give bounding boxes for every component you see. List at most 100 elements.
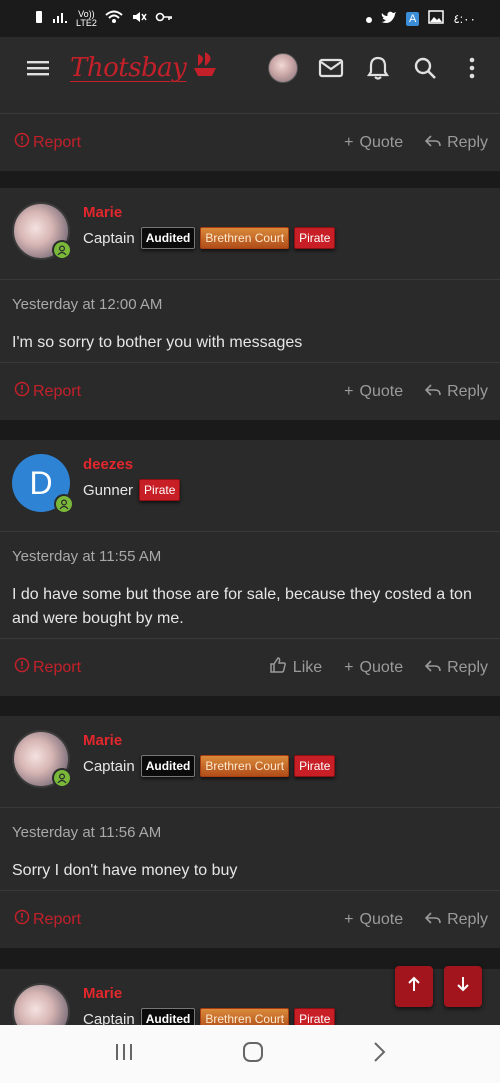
quote-label: Quote <box>359 910 404 928</box>
post-timestamp[interactable]: Yesterday at 11:55 AM <box>0 532 500 565</box>
reply-button[interactable]: Reply <box>424 658 488 677</box>
user-avatar[interactable] <box>12 202 72 260</box>
post-header: D deezes Gunner Pirate <box>0 440 500 532</box>
app-header: Thotsbay <box>0 37 500 99</box>
quote-label: Quote <box>359 382 404 400</box>
recent-apps-icon[interactable] <box>113 1042 135 1067</box>
avatar-letter: D <box>29 464 53 501</box>
app-notification-icon: A <box>405 11 420 26</box>
user-title: Captain <box>83 1010 135 1026</box>
badge-audited: Audited <box>140 755 196 777</box>
report-button[interactable]: Report <box>14 909 81 930</box>
more-options-icon[interactable] <box>458 54 486 82</box>
post-footer: Report + Quote Reply <box>0 890 500 948</box>
quote-button[interactable]: + Quote <box>344 383 403 401</box>
messages-icon[interactable] <box>317 54 345 82</box>
like-button[interactable]: Like <box>269 656 322 679</box>
reply-button[interactable]: Reply <box>424 382 488 401</box>
username-link[interactable]: Marie <box>83 985 335 1002</box>
badge-brethren-court: Brethren Court <box>200 1008 290 1025</box>
scroll-down-button[interactable] <box>444 966 482 1007</box>
account-avatar[interactable] <box>268 53 298 83</box>
reply-label: Reply <box>447 658 488 676</box>
plus-icon: + <box>344 658 354 676</box>
report-label: Report <box>33 910 82 928</box>
twitter-icon <box>381 10 397 27</box>
arrow-up-icon <box>407 976 421 997</box>
scroll-up-button[interactable] <box>395 966 433 1007</box>
post-footer: Report + Quote Reply <box>0 113 500 171</box>
badge-audited: Audited <box>140 1008 196 1025</box>
online-indicator <box>52 240 72 260</box>
quote-label: Quote <box>359 658 404 676</box>
thumbs-up-icon <box>269 656 287 679</box>
alert-icon <box>14 909 30 930</box>
site-logo[interactable]: Thotsbay <box>70 53 187 83</box>
plus-icon: + <box>344 133 354 151</box>
post: Marie Captain Audited Brethren Court Pir… <box>0 716 500 948</box>
user-avatar[interactable]: D <box>12 454 74 514</box>
post-message: Sorry I don't have money to buy <box>12 862 238 879</box>
online-indicator <box>52 768 72 788</box>
badge-pirate: Pirate <box>294 1008 336 1025</box>
user-avatar[interactable] <box>12 730 72 788</box>
network-sub-label: LTE2 <box>76 17 97 28</box>
quote-button[interactable]: + Quote <box>344 659 403 677</box>
badge-brethren-court: Brethren Court <box>200 755 290 777</box>
status-bar: Vo)) LTE2 A ٤:٠٠ <box>0 0 500 37</box>
hamburger-menu-icon[interactable] <box>24 54 52 82</box>
user-title: Captain <box>83 757 135 775</box>
notifications-bell-icon[interactable] <box>364 54 392 82</box>
signal-icon <box>52 10 68 27</box>
username-link[interactable]: deezes <box>83 456 180 473</box>
username-link[interactable]: Marie <box>83 732 335 749</box>
quote-button[interactable]: + Quote <box>344 911 403 929</box>
badge-pirate: Pirate <box>294 755 336 777</box>
reply-label: Reply <box>447 133 488 151</box>
reply-arrow-icon <box>424 911 441 929</box>
quote-label: Quote <box>359 133 404 151</box>
report-button[interactable]: Report <box>14 381 81 402</box>
plus-icon: + <box>344 910 354 928</box>
post-message: I do have some but those are for sale, b… <box>12 586 472 627</box>
badge-brethren-court: Brethren Court <box>200 227 290 249</box>
network-type: Vo)) LTE2 <box>76 9 97 28</box>
report-button[interactable]: Report <box>14 132 81 153</box>
wifi-icon <box>105 10 123 27</box>
post-timestamp[interactable]: Yesterday at 11:56 AM <box>0 808 500 841</box>
user-title: Captain <box>83 229 135 247</box>
report-label: Report <box>33 382 82 400</box>
mute-icon <box>131 10 147 27</box>
alert-icon <box>14 657 30 678</box>
badge-pirate: Pirate <box>139 479 181 501</box>
post-footer: Report + Quote Reply <box>0 362 500 420</box>
user-title: Gunner <box>83 481 134 499</box>
report-button[interactable]: Report <box>14 657 81 678</box>
badge-pirate: Pirate <box>294 227 336 249</box>
report-label: Report <box>33 133 82 151</box>
user-avatar[interactable] <box>12 983 70 1025</box>
username-link[interactable]: Marie <box>83 204 335 221</box>
search-icon[interactable] <box>411 54 439 82</box>
post: D deezes Gunner Pirate Yesterday at 11:5… <box>0 440 500 696</box>
clock-time: ٤:٠٠ <box>453 11 476 26</box>
reply-button[interactable]: Reply <box>424 911 488 929</box>
dot-icon <box>365 12 372 26</box>
post-message: I'm so sorry to bother you with messages <box>12 334 303 351</box>
post-header: Marie Captain Audited Brethren Court Pir… <box>0 188 500 280</box>
online-indicator <box>54 494 74 514</box>
post-footer: Report Like + Quote Reply <box>0 638 500 696</box>
home-icon[interactable] <box>241 1040 265 1069</box>
battery-icon <box>34 10 44 27</box>
reply-arrow-icon <box>424 659 441 677</box>
quote-button[interactable]: + Quote <box>344 134 403 152</box>
key-icon <box>155 10 173 27</box>
plus-icon: + <box>344 382 354 400</box>
arrow-down-icon <box>456 976 470 997</box>
back-icon[interactable] <box>371 1041 387 1068</box>
reply-button[interactable]: Reply <box>424 133 488 152</box>
post-timestamp[interactable]: Yesterday at 12:00 AM <box>0 280 500 313</box>
reply-label: Reply <box>447 382 488 400</box>
reply-arrow-icon <box>424 383 441 401</box>
system-nav-bar <box>0 1025 500 1083</box>
